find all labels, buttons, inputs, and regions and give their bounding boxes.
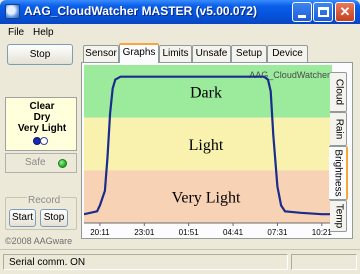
- status-bar: Serial comm. ON: [0, 249, 360, 274]
- zone-label: Very Light: [172, 190, 241, 207]
- tab-sensor[interactable]: Sensor: [83, 45, 119, 62]
- sky-condition: Clear: [29, 101, 55, 112]
- x-tick-label: 07:31: [267, 228, 288, 237]
- rain-condition: Dry: [33, 112, 51, 123]
- status-text: Serial comm. ON: [9, 257, 86, 268]
- app-icon[interactable]: [5, 4, 20, 19]
- maximize-icon: [318, 7, 329, 17]
- record-start-button[interactable]: Start: [9, 209, 36, 227]
- tab-setup[interactable]: Setup: [231, 45, 267, 62]
- conditions-status-box: Clear Dry Very Light: [5, 97, 77, 151]
- menu-file[interactable]: File: [8, 27, 24, 38]
- title-bar[interactable]: AAG_CloudWatcher MASTER (v5.00.072) ✕: [0, 0, 360, 24]
- zone-label: Light: [189, 137, 224, 154]
- window-title: AAG_CloudWatcher MASTER (v5.00.072): [24, 4, 257, 18]
- record-label: Record: [27, 195, 62, 206]
- side-tab-brightness[interactable]: Brightness: [329, 146, 348, 200]
- tab-graphs[interactable]: Graphs: [119, 43, 159, 63]
- x-tick-label: 01:51: [179, 228, 200, 237]
- close-icon: ✕: [339, 4, 351, 19]
- menu-help[interactable]: Help: [33, 27, 54, 38]
- menu-bar: File Help: [0, 24, 360, 42]
- side-tab-temp[interactable]: Temp: [330, 200, 347, 232]
- brightness-condition: Very Light: [17, 123, 67, 134]
- side-tab-brightness-label: Brightness: [332, 149, 344, 197]
- x-tick-label: 10:21: [312, 228, 332, 237]
- x-tick-label: 20:11: [90, 228, 110, 237]
- tab-limits[interactable]: Limits: [159, 45, 192, 62]
- minimize-button[interactable]: [292, 2, 312, 22]
- minimize-icon: [298, 15, 306, 18]
- zone-label: Dark: [190, 84, 222, 101]
- brightness-chart: Dark Light Very Light AAG_CloudWatcher 20:…: [84, 65, 332, 237]
- stop-button[interactable]: Stop: [7, 44, 73, 65]
- status-panel-main: Serial comm. ON: [3, 254, 288, 270]
- safe-label: Safe: [25, 157, 46, 168]
- app-window: AAG_CloudWatcher MASTER (v5.00.072) ✕ Fi…: [0, 0, 360, 274]
- maximize-button[interactable]: [313, 2, 333, 22]
- x-tick-label: 23:01: [134, 228, 155, 237]
- daylight-indicator-empty-icon: [40, 137, 48, 145]
- safe-led-icon: [58, 159, 67, 168]
- tab-unsafe[interactable]: Unsafe: [192, 45, 231, 62]
- x-tick-label: 04:41: [223, 228, 244, 237]
- copyright-text: ©2008 AAGware: [5, 236, 73, 246]
- close-button[interactable]: ✕: [335, 2, 355, 22]
- safe-status-box: Safe: [5, 153, 77, 173]
- record-stop-button[interactable]: Stop: [40, 209, 68, 227]
- side-tab-rain[interactable]: Rain: [330, 112, 347, 146]
- chart-watermark: AAG_CloudWatcher: [249, 70, 330, 80]
- tab-device[interactable]: Device: [267, 45, 308, 62]
- status-panel-secondary: [291, 254, 357, 270]
